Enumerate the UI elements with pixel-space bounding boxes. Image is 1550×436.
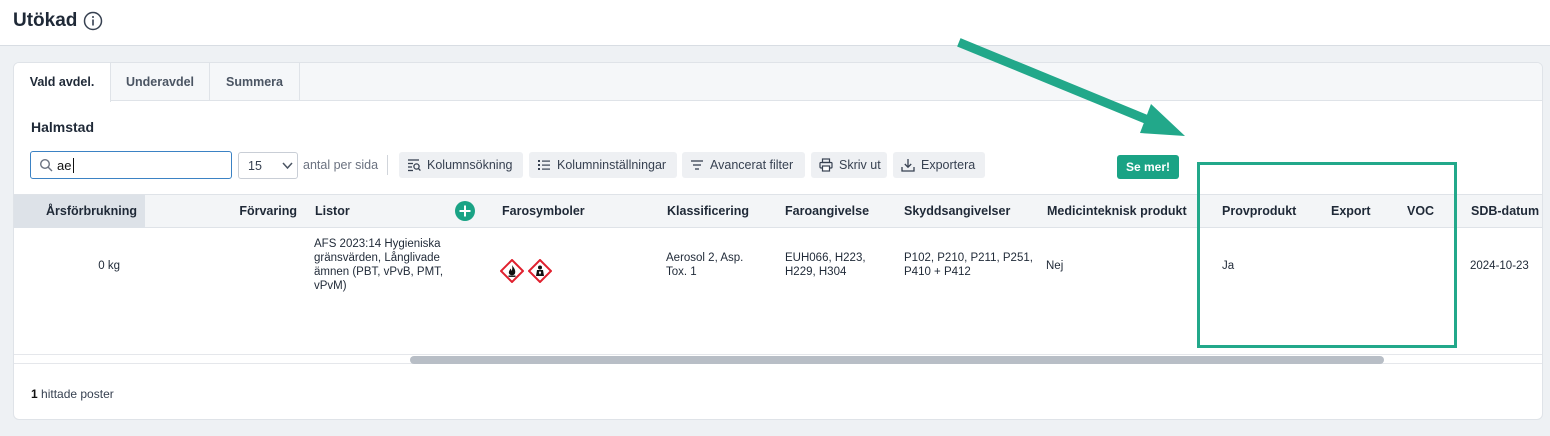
- page-title: Utökad: [13, 10, 78, 31]
- column-search-button[interactable]: Kolumnsökning: [399, 152, 523, 178]
- filter-icon: [691, 160, 703, 170]
- search-box[interactable]: [30, 151, 232, 179]
- skyddsangivelser-line: P410 + P412: [904, 266, 971, 278]
- faroangivelse-line: EUH066, H223,: [785, 252, 866, 264]
- tab-summera[interactable]: Summera: [210, 63, 300, 101]
- see-more-button[interactable]: Se mer!: [1117, 155, 1179, 179]
- col-medicinteknisk[interactable]: Medicinteknisk produkt: [1047, 195, 1212, 228]
- horizontal-scrollbar[interactable]: [14, 354, 1542, 364]
- flame-hazard-icon: [500, 259, 524, 283]
- column-search-label: Kolumnsökning: [427, 158, 513, 172]
- klassificering-line: Aerosol 2, Asp.: [666, 252, 744, 264]
- results-count: 1 hittade poster: [31, 387, 114, 401]
- advanced-filter-label: Avancerat filter: [710, 158, 794, 172]
- annotation-highlight-box: [1197, 162, 1457, 348]
- download-icon: [901, 159, 915, 172]
- results-count-label: hittade poster: [37, 387, 114, 401]
- cell-listor: AFS 2023:14 Hygieniska gränsvärden, Lång…: [314, 237, 494, 293]
- print-label: Skriv ut: [839, 158, 881, 172]
- cell-arsforbrukning: 0 kg: [98, 260, 120, 272]
- listor-line: AFS 2023:14 Hygieniska: [314, 238, 441, 250]
- department-title: Halmstad: [31, 119, 95, 135]
- cell-medicinteknisk: Nej: [1046, 260, 1064, 272]
- col-faroangivelse[interactable]: Faroangivelse: [785, 195, 895, 228]
- col-listor[interactable]: Listor: [315, 195, 445, 228]
- toolbar-divider: [387, 155, 388, 175]
- export-button[interactable]: Exportera: [893, 152, 985, 178]
- column-settings-icon: [538, 160, 550, 170]
- column-settings-button[interactable]: Kolumninställningar: [529, 152, 677, 178]
- cell-skyddsangivelser: P102, P210, P211, P251, P410 + P412: [904, 251, 1044, 279]
- per-page-value: 15: [248, 159, 262, 173]
- column-search-icon: [408, 159, 421, 172]
- per-page-label: antal per sida: [303, 158, 379, 172]
- search-input[interactable]: [57, 156, 227, 174]
- per-page-select[interactable]: 15: [238, 152, 298, 179]
- tab-vald-avdel[interactable]: Vald avdel.: [14, 63, 111, 102]
- export-label: Exportera: [921, 158, 976, 172]
- col-klassificering[interactable]: Klassificering: [667, 195, 777, 228]
- search-icon: [39, 158, 53, 172]
- top-bar: Utökad: [0, 0, 1550, 46]
- col-skyddsangivelser[interactable]: Skyddsangivelser: [904, 195, 1044, 228]
- chevron-down-icon: [282, 162, 293, 170]
- klassificering-line: Tox. 1: [666, 266, 697, 278]
- results-count-number: 1: [31, 387, 38, 401]
- column-settings-label: Kolumninställningar: [557, 158, 667, 172]
- scrollbar-thumb[interactable]: [410, 356, 1384, 364]
- print-button[interactable]: Skriv ut: [811, 152, 887, 178]
- col-sdb-datum[interactable]: SDB-datum: [1471, 195, 1542, 228]
- col-forvaring[interactable]: Förvaring: [145, 195, 305, 228]
- col-arsforbrukning[interactable]: Årsförbrukning: [14, 195, 145, 228]
- skyddsangivelser-line: P102, P210, P211, P251,: [904, 252, 1033, 264]
- faroangivelse-line: H229, H304: [785, 266, 847, 278]
- cell-sdb-datum: 2024-10-23: [1470, 260, 1529, 272]
- listor-line: ämnen (PBT, vPvB, PMT,: [314, 266, 444, 278]
- health-hazard-icon: [528, 259, 552, 283]
- info-icon[interactable]: [83, 11, 103, 31]
- listor-line: vPvM): [314, 280, 347, 292]
- cell-klassificering: Aerosol 2, Asp. Tox. 1: [666, 251, 776, 279]
- add-list-icon[interactable]: [455, 201, 475, 221]
- listor-line: gränsvärden, Långlivade: [314, 252, 440, 264]
- tab-underavdel[interactable]: Underavdel: [111, 63, 210, 101]
- col-farosymboler[interactable]: Farosymboler: [502, 195, 652, 228]
- cell-faroangivelse: EUH066, H223, H229, H304: [785, 251, 895, 279]
- printer-icon: [819, 158, 833, 172]
- advanced-filter-button[interactable]: Avancerat filter: [682, 152, 805, 178]
- text-caret: [73, 158, 74, 173]
- tab-bar: Vald avdel. Underavdel Summera: [14, 63, 1542, 102]
